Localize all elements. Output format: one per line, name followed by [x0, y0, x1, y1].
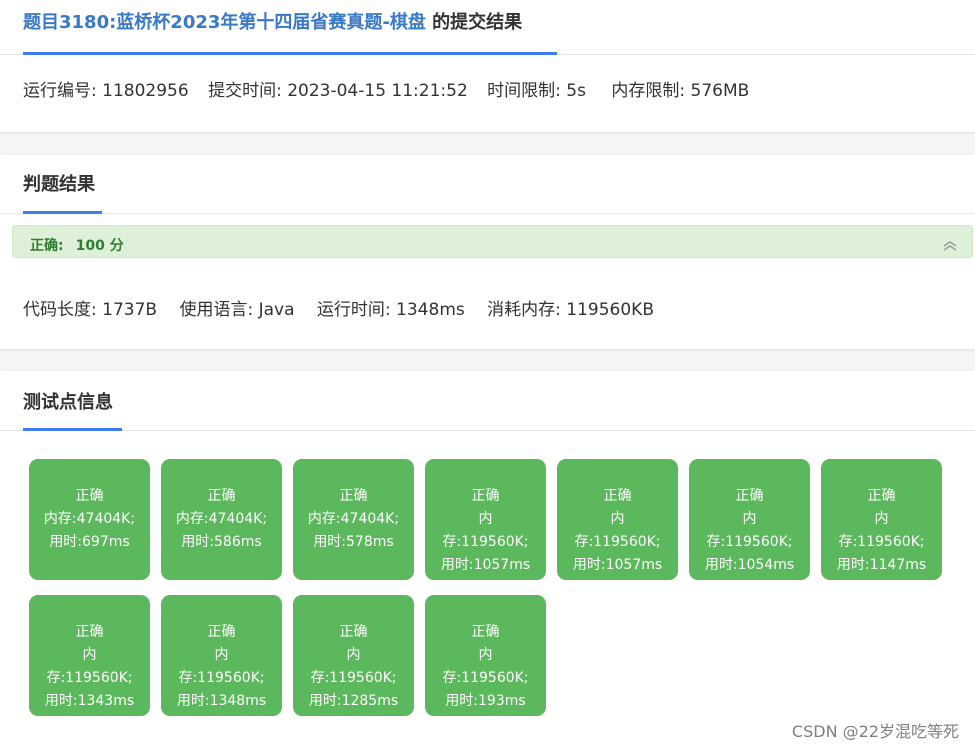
run-time: 运行时间: 1348ms	[316, 300, 465, 320]
judge-result-header: 判题结果	[0, 155, 975, 214]
testpoint-line: 正确	[75, 624, 104, 640]
testpoints-title: 测试点信息	[23, 392, 113, 413]
testpoint-line: 内存:47404K;	[175, 511, 268, 527]
testpoint-line: 正确	[339, 488, 368, 504]
testpoint-line: 存:119560K;	[574, 534, 661, 550]
testpoint-line: 存:119560K;	[310, 670, 397, 686]
testpoint-line: 存:119560K;	[442, 670, 529, 686]
problem-title-link[interactable]: 题目3180:蓝桥杯2023年第十四届省赛真题-棋盘	[23, 12, 426, 33]
testpoint-line: 正确	[603, 488, 632, 504]
testpoints-header: 测试点信息	[0, 371, 975, 431]
testpoint-tile[interactable]: 正确内存:119560K; 用时:1348ms	[161, 595, 282, 716]
testpoint-line: 用时:1057ms	[572, 557, 663, 573]
testpoint-line: 用时:586ms	[181, 534, 262, 550]
testpoint-line: 正确	[471, 488, 500, 504]
testpoint-line: 内	[478, 647, 493, 663]
testpoint-line: 内	[346, 647, 361, 663]
memory-used: 消耗内存: 119560KB	[487, 300, 654, 320]
testpoint-line: 用时:697ms	[49, 534, 130, 550]
testpoint-line: 存:119560K;	[838, 534, 925, 550]
testpoint-line: 正确	[207, 624, 236, 640]
testpoint-line: 存:119560K;	[46, 670, 133, 686]
submission-card-header: 题目3180:蓝桥杯2023年第十四届省赛真题-棋盘 的提交结果	[0, 0, 975, 55]
testpoint-line: 正确	[75, 488, 104, 504]
testpoint-tile[interactable]: 正确内存:119560K; 用时:1147ms	[821, 459, 942, 580]
testpoint-line: 内	[214, 647, 229, 663]
testpoint-line: 存:119560K;	[442, 534, 529, 550]
testpoint-tile[interactable]: 正确内存:119560K; 用时:1285ms	[293, 595, 414, 716]
testpoints-title-underline	[23, 428, 122, 431]
testpoint-line: 内	[742, 511, 757, 527]
testpoint-line: 用时:1285ms	[308, 693, 399, 709]
page-title-suffix: 的提交结果	[425, 12, 523, 33]
submit-time: 提交时间: 2023-04-15 11:21:52	[208, 81, 468, 101]
score: 100 分	[75, 238, 124, 254]
judge-result-title: 判题结果	[23, 174, 95, 195]
testpoint-tile[interactable]: 正确内存:47404K; 用时:586ms	[161, 459, 282, 580]
testpoint-line: 用时:193ms	[445, 693, 526, 709]
testpoint-line: 正确	[735, 488, 764, 504]
testpoint-tile[interactable]: 正确内存:47404K; 用时:697ms	[29, 459, 150, 580]
judge-title-underline	[23, 211, 102, 214]
testpoint-tile[interactable]: 正确内存:119560K; 用时:1343ms	[29, 595, 150, 716]
code-length: 代码长度: 1737B	[23, 300, 158, 320]
testpoint-line: 存:119560K;	[178, 670, 265, 686]
testpoints-card: 测试点信息 正确 内存:47404K; 用时:697ms 正确 内存:47404K; 用时…	[0, 371, 975, 750]
title-underline	[23, 52, 557, 55]
testpoint-line: 用时:1348ms	[176, 693, 267, 709]
time-limit: 时间限制: 5s	[487, 81, 586, 101]
testpoint-line: 内存:47404K;	[307, 511, 400, 527]
testpoint-line: 内	[478, 511, 493, 527]
chevron-double-up-icon[interactable]	[942, 237, 958, 251]
run-id: 运行编号: 11802956	[23, 81, 189, 101]
testpoint-tile[interactable]: 正确内存:119560K; 用时:1054ms	[689, 459, 810, 580]
testpoint-line: 用时:1343ms	[44, 693, 135, 709]
result-banner: 正确: 100 分	[12, 225, 973, 258]
memory-limit: 内存限制: 576MB	[611, 81, 750, 101]
status-label: 正确:	[30, 238, 64, 254]
submission-meta: 运行编号: 11802956 提交时间: 2023-04-15 11:21:52…	[23, 76, 763, 101]
testpoint-line: 存:119560K;	[706, 534, 793, 550]
language: 使用语言: Java	[179, 300, 295, 320]
testpoint-line: 内存:47404K;	[43, 511, 136, 527]
testpoint-line: 用时:1054ms	[704, 557, 795, 573]
testpoint-tile[interactable]: 正确内存:119560K; 用时:1057ms	[425, 459, 546, 580]
testpoint-line: 内	[874, 511, 889, 527]
judge-stats: 代码长度: 1737B 使用语言: Java 运行时间: 1348ms 消耗内存…	[23, 295, 671, 320]
testpoint-tile[interactable]: 正确内存:47404K; 用时:578ms	[293, 459, 414, 580]
testpoint-tile[interactable]: 正确内存:119560K; 用时:193ms	[425, 595, 546, 716]
testpoint-line: 内	[610, 511, 625, 527]
testpoint-line: 正确	[339, 624, 368, 640]
testpoint-line: 正确	[867, 488, 896, 504]
submission-card: 题目3180:蓝桥杯2023年第十四届省赛真题-棋盘 的提交结果 运行编号: 1…	[0, 0, 975, 132]
testpoint-tile[interactable]: 正确内存:119560K; 用时:1057ms	[557, 459, 678, 580]
testpoint-line: 用时:578ms	[313, 534, 394, 550]
testpoint-line: 正确	[471, 624, 500, 640]
watermark: CSDN @22岁混吃等死	[791, 722, 959, 741]
judge-result-card: 判题结果 正确: 100 分 代码长度: 1737B 使用语言: Java 运行时…	[0, 155, 975, 349]
testpoint-line: 用时:1147ms	[836, 557, 927, 573]
result-status: 正确: 100 分	[30, 235, 124, 255]
testpoint-line: 用时:1057ms	[440, 557, 531, 573]
testpoint-line: 内	[82, 647, 97, 663]
page-title: 题目3180:蓝桥杯2023年第十四届省赛真题-棋盘 的提交结果	[23, 8, 522, 34]
testpoint-line: 正确	[207, 488, 236, 504]
